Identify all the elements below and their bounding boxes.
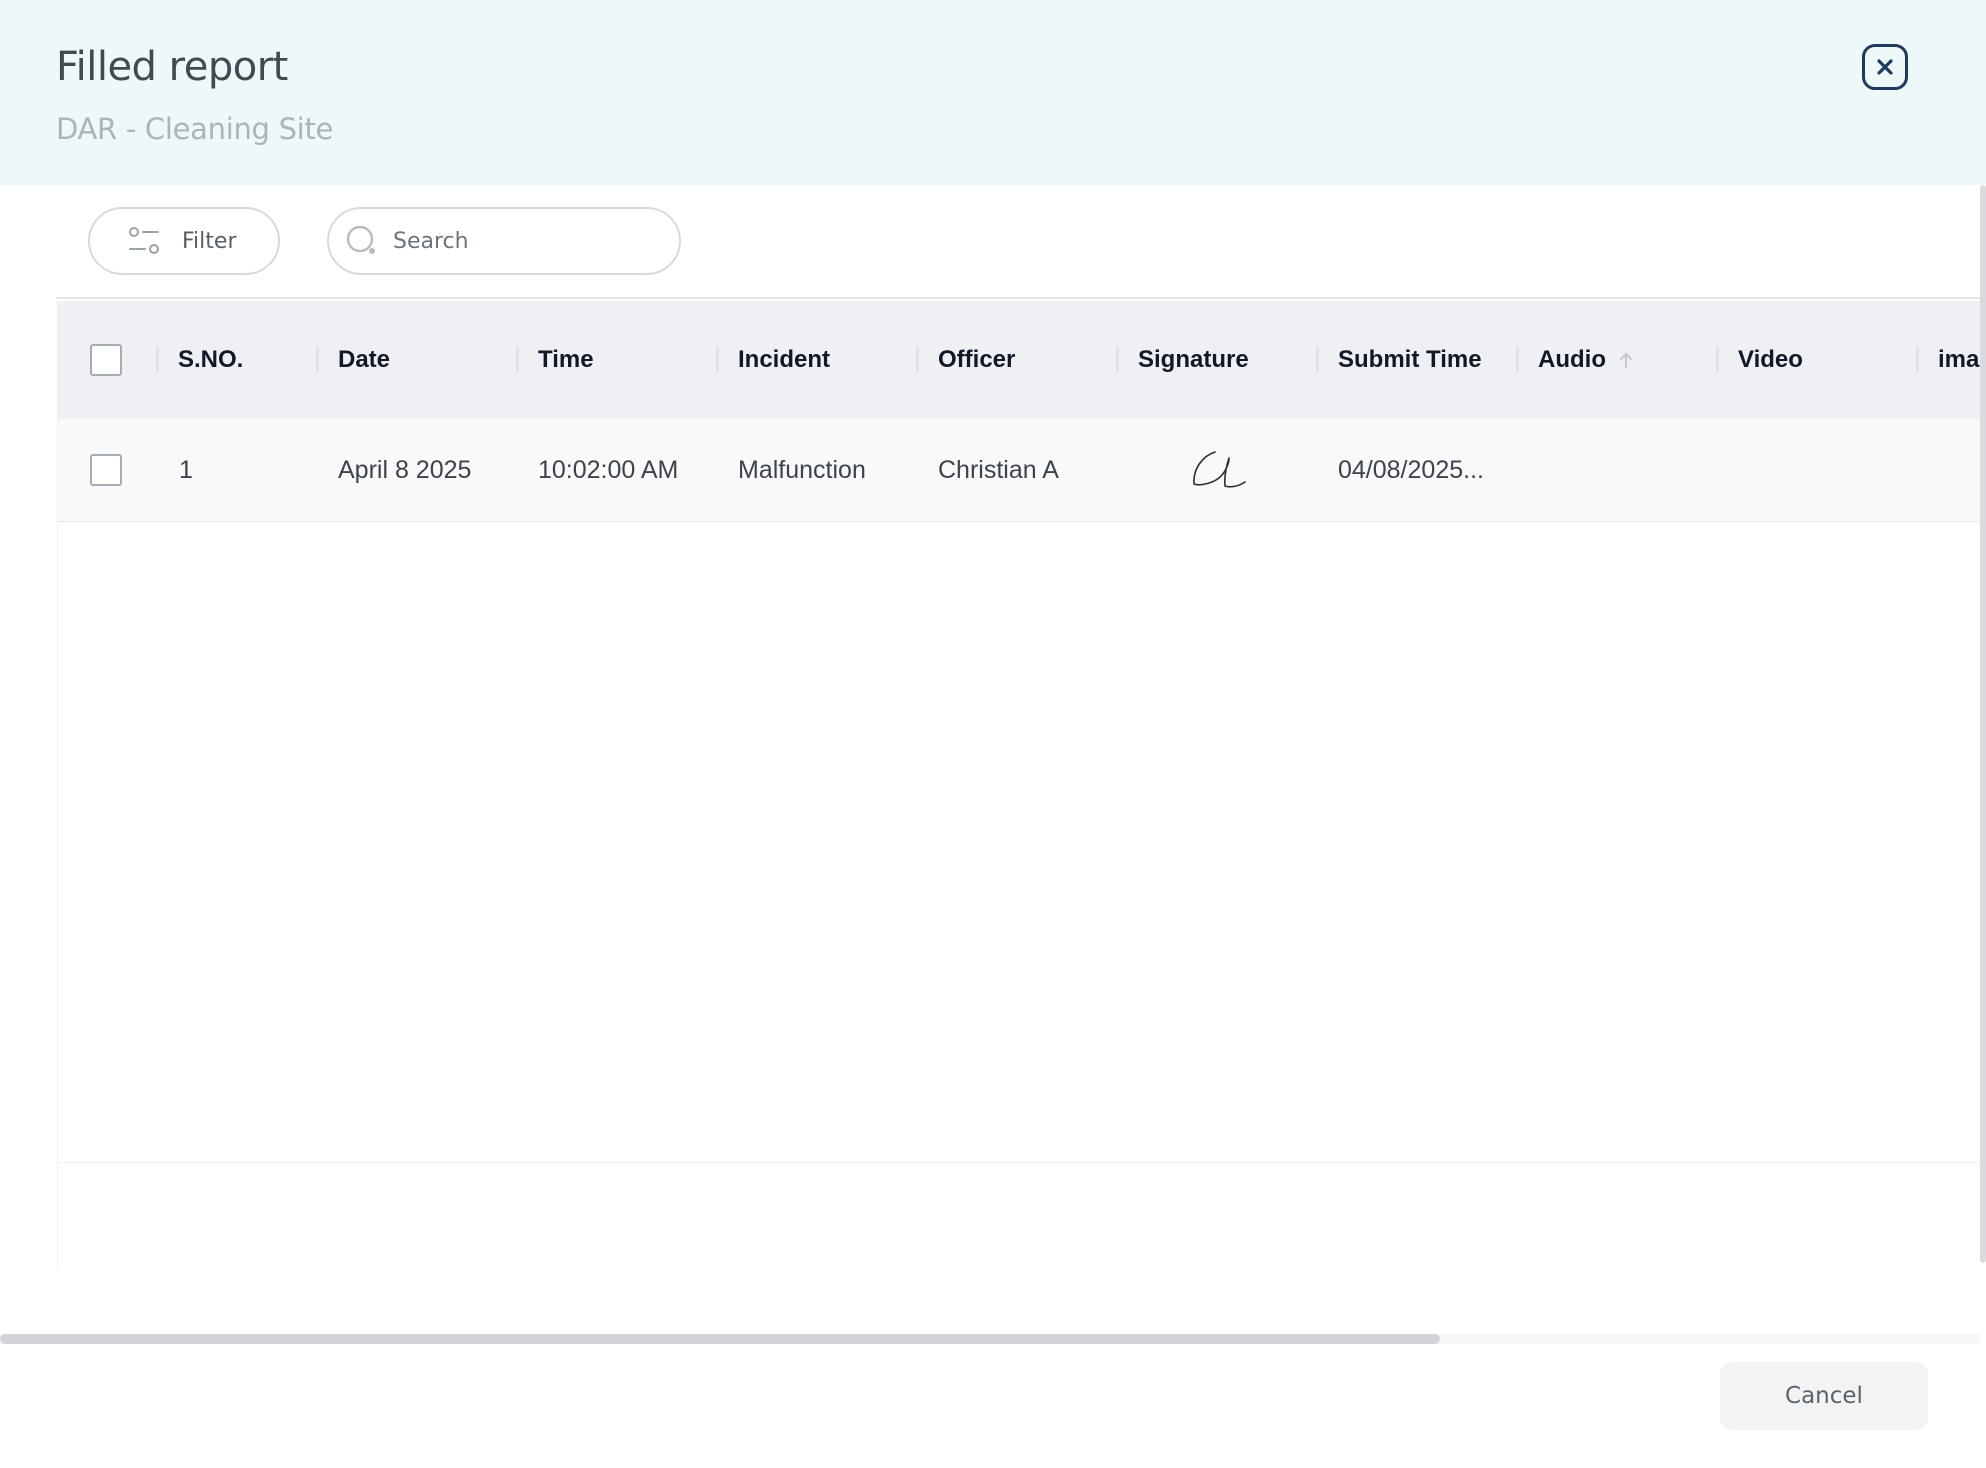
cell-date: April 8 2025 bbox=[338, 455, 472, 484]
filter-label: Filter bbox=[182, 228, 237, 254]
cell-signature[interactable] bbox=[1185, 419, 1251, 521]
column-header-sno[interactable]: S.NO. bbox=[178, 301, 243, 419]
select-all-cell bbox=[90, 301, 122, 419]
column-header-officer[interactable]: Officer bbox=[938, 301, 1015, 419]
row-select-cell bbox=[90, 419, 122, 521]
close-icon bbox=[1877, 59, 1893, 75]
table-row[interactable]: 1 April 8 2025 10:02:00 AM Malfunction C… bbox=[57, 419, 1986, 522]
column-separator[interactable] bbox=[1916, 346, 1919, 372]
modal-subtitle: DAR - Cleaning Site bbox=[56, 112, 334, 146]
column-header-time[interactable]: Time bbox=[538, 301, 594, 419]
modal-title: Filled report bbox=[56, 44, 288, 90]
cell-submit-time: 04/08/2025... bbox=[1338, 455, 1484, 484]
column-header-video[interactable]: Video bbox=[1738, 301, 1803, 419]
column-header-ima[interactable]: ima bbox=[1938, 301, 1979, 419]
cell-sno: 1 bbox=[179, 455, 193, 484]
filter-sliders-icon bbox=[129, 227, 159, 254]
column-separator[interactable] bbox=[156, 346, 159, 372]
cell-incident: Malfunction bbox=[738, 455, 866, 484]
search-icon bbox=[346, 225, 375, 254]
column-header-signature[interactable]: Signature bbox=[1138, 301, 1249, 419]
column-separator[interactable] bbox=[1116, 346, 1119, 372]
column-header-date[interactable]: Date bbox=[338, 301, 390, 419]
close-button[interactable] bbox=[1862, 44, 1908, 90]
column-separator[interactable] bbox=[516, 346, 519, 372]
select-all-checkbox[interactable] bbox=[90, 344, 122, 376]
column-header-submit-time[interactable]: Submit Time bbox=[1338, 301, 1482, 419]
cell-time: 10:02:00 AM bbox=[538, 455, 679, 484]
column-separator[interactable] bbox=[1316, 346, 1319, 372]
report-table: S.NO. Date Time Incident Officer Signatu… bbox=[57, 301, 1986, 1269]
column-separator[interactable] bbox=[1716, 346, 1719, 372]
column-header-audio-label: Audio bbox=[1538, 346, 1606, 373]
row-checkbox[interactable] bbox=[90, 454, 122, 486]
cancel-button[interactable]: Cancel bbox=[1720, 1362, 1928, 1430]
column-separator[interactable] bbox=[716, 346, 719, 372]
vertical-scrollbar[interactable] bbox=[1980, 185, 1986, 1263]
column-separator[interactable] bbox=[316, 346, 319, 372]
arrow-up-icon[interactable] bbox=[1618, 351, 1634, 369]
column-header-incident[interactable]: Incident bbox=[738, 301, 830, 419]
search-input[interactable] bbox=[391, 227, 675, 255]
column-separator[interactable] bbox=[1516, 346, 1519, 372]
column-header-audio[interactable]: Audio bbox=[1538, 301, 1634, 419]
search-box[interactable] bbox=[327, 207, 681, 275]
filter-button[interactable]: Filter bbox=[88, 207, 280, 275]
column-separator[interactable] bbox=[916, 346, 919, 372]
cell-officer: Christian A bbox=[938, 455, 1059, 484]
table-left-border bbox=[57, 301, 58, 1269]
table-header-row: S.NO. Date Time Incident Officer Signatu… bbox=[57, 301, 1986, 419]
horizontal-scrollbar-thumb[interactable] bbox=[0, 1334, 1440, 1344]
toolbar-divider bbox=[56, 297, 1986, 299]
signature-image[interactable] bbox=[1185, 446, 1251, 494]
table-footer bbox=[57, 1162, 1986, 1269]
modal-header: Filled report DAR - Cleaning Site bbox=[0, 0, 1986, 185]
